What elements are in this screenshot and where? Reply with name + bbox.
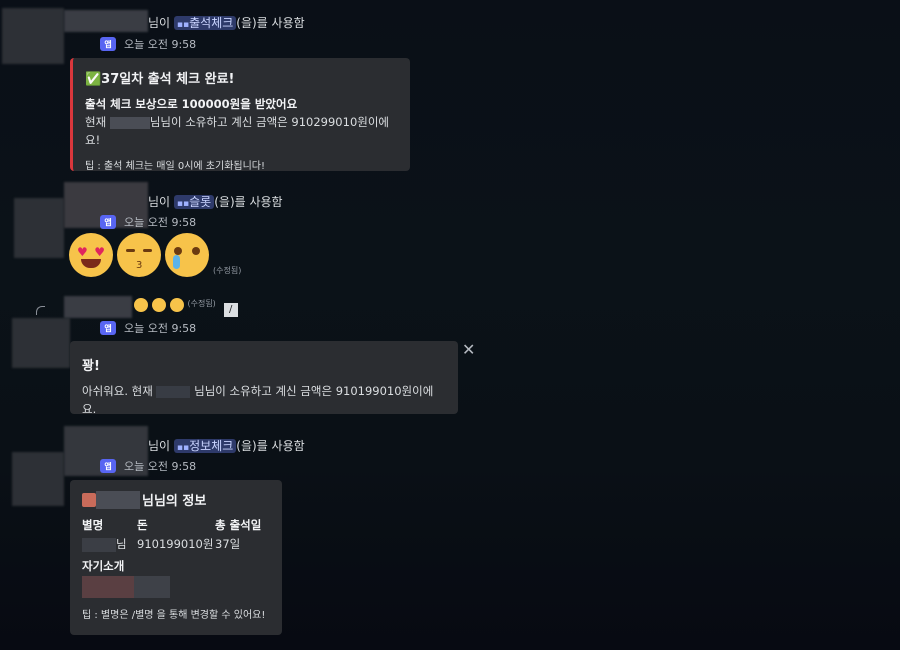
title-suffix: 님님의 정보 [142,494,207,509]
timestamp[interactable]: 오늘 오전 9:58 [124,36,196,52]
redacted-name [156,385,191,398]
timestamp[interactable]: 오늘 오전 9:58 [124,458,196,474]
edited-label: (수정됨) [187,299,216,308]
timestamp[interactable]: 오늘 오전 9:58 [124,320,196,336]
header-suffix: 님이 [148,195,171,209]
slot-result-embed: 꽝! 아쉬워요. 현재 님님이 소유하고 계신 금액은 910199010원이에… [70,341,458,416]
field-days-value: 37일 [215,537,241,551]
username-redacted[interactable] [64,10,148,32]
command-icon: ▪▪ [176,20,190,30]
app-meta: 앱 오늘 오전 9:58 [100,214,196,230]
redacted-name [109,116,150,129]
field-nick-value: 님 [82,536,137,552]
command-mention[interactable]: ▪▪출석체크 [173,16,237,30]
message-header: 님이 ▪▪정보체크 (을)를 사용함 [148,437,305,454]
header-tail: (을)를 사용함 [214,195,283,209]
header-tail: (을)를 사용함 [236,16,305,30]
reply-icon [36,306,45,315]
intro-label: 자기소개 [82,559,125,573]
app-meta: 앱 오늘 오전 9:58 [100,36,196,52]
command-mention[interactable]: ▪▪정보체크 [173,439,237,453]
intro-value [82,576,270,598]
profile-embed: 님님의 정보 별명 돈 총 출석일 님 910199010원 37일 자기소개 … [70,480,282,635]
header-tail: (을)를 사용함 [236,439,305,453]
app-badge: 앱 [100,215,116,229]
close-icon[interactable]: ✕ [462,340,475,359]
edited-label: (수정됨) [213,266,242,275]
nick-suffix: 님 [116,537,127,551]
balance-prefix: 현재 [85,115,107,129]
app-badge: 앱 [100,37,116,51]
embed-title: ✅37일차 출석 체크 완료! [85,72,235,87]
redacted-name [82,537,116,552]
notebook-icon [82,492,96,507]
header-suffix: 님이 [148,16,171,30]
kissing-cat-emoji: 3 [117,233,161,277]
command-mention[interactable]: ▪▪슬롯 [173,195,215,209]
command-icon: ▪▪ [176,199,190,209]
embed-tip: 팁 : 별명은 /별명 을 통해 변경할 수 있어요! [82,610,266,621]
kissing-cat-emoji [151,298,166,312]
pencil-icon: / [223,303,238,317]
avatar[interactable] [14,198,64,258]
field-nick-label: 별명 [82,518,104,532]
redacted-intro [82,576,134,598]
crying-cat-emoji [169,298,184,312]
crying-cat-emoji [165,233,209,277]
command-name: 정보체크 [189,439,234,453]
app-meta: 앱 오늘 오전 9:58 [100,458,196,474]
attendance-embed: ✅37일차 출석 체크 완료! 출석 체크 보상으로 100000원을 받았어요… [70,58,410,172]
username-redacted[interactable] [64,296,132,318]
app-badge: 앱 [100,321,116,335]
avatar[interactable] [12,318,70,368]
app-meta: 앱 오늘 오전 9:58 [100,320,196,336]
embed-title: 꽝! [82,359,100,374]
avatar[interactable] [2,8,64,64]
command-name: 슬롯 [189,195,212,209]
embed-tip: 팁 : 출석 체크는 매일 0시에 초기화됩니다! [85,161,266,172]
avatar[interactable] [12,452,64,506]
heart-eyes-cat-emoji: ♥ ♥ [69,233,113,277]
redacted-name [96,490,140,509]
field-days-label: 총 출석일 [215,518,262,532]
command-icon: ▪▪ [176,443,190,453]
reply-preview[interactable]: (수정됨) / [134,298,238,317]
message-header: 님이 ▪▪출석체크 (을)를 사용함 [148,14,305,31]
message-header: 님이 ▪▪슬롯 (을)를 사용함 [148,193,283,210]
balance-prefix: 아쉬워요. 현재 [82,384,153,398]
embed-title: 님님의 정보 [82,490,270,509]
redacted-intro [134,576,170,598]
field-money-label: 돈 [137,518,148,532]
field-money-value: 910199010원 [137,537,214,551]
heart-eyes-cat-emoji [134,298,148,312]
header-suffix: 님이 [148,439,171,453]
embed-reward-line: 출석 체크 보상으로 100000원을 받았어요 [85,97,298,111]
app-badge: 앱 [100,459,116,473]
embed-balance-line: 아쉬워요. 현재 님님이 소유하고 계신 금액은 910199010원이에요. [82,382,446,418]
timestamp[interactable]: 오늘 오전 9:58 [124,214,196,230]
command-name: 출석체크 [189,16,234,30]
embed-balance-line: 현재 님님이 소유하고 계신 금액은 910299010원이에요! [85,113,398,149]
profile-fields: 별명 돈 총 출석일 님 910199010원 37일 [82,517,270,552]
